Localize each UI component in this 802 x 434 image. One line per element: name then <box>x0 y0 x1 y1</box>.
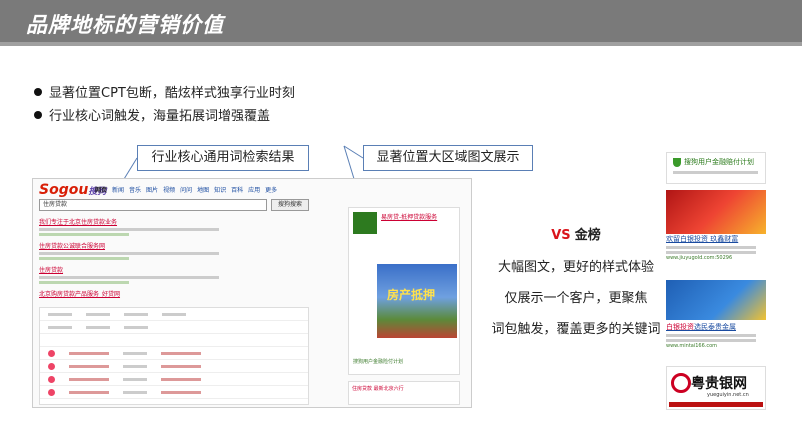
result-url <box>39 257 129 260</box>
result-title[interactable]: 北京购房贷款产品服务_好贷网 <box>39 289 239 298</box>
table-row[interactable] <box>40 386 308 399</box>
table-row[interactable] <box>40 360 308 373</box>
ad-banner-image[interactable] <box>666 190 766 234</box>
result-title[interactable]: 住房贷款 <box>39 265 239 274</box>
table-row[interactable] <box>40 347 308 360</box>
callout-large-display: 显著位置大区域图文展示 <box>363 145 533 171</box>
bullet-dot-icon <box>34 87 42 96</box>
secondary-ad-text[interactable]: 住房贷款 最新北京六行 <box>349 382 459 395</box>
table-row <box>40 334 308 347</box>
shield-icon <box>673 158 681 167</box>
nav-item[interactable]: 网页 <box>95 185 107 194</box>
nav-item[interactable]: 百科 <box>231 185 243 194</box>
result-desc <box>39 276 219 279</box>
result-url <box>39 281 129 284</box>
plan-badge[interactable]: 搜狗用户金融赔付计划 <box>666 152 766 184</box>
search-input[interactable]: 住房贷款 <box>39 199 267 211</box>
plan-desc <box>673 171 758 174</box>
nav-item[interactable]: 问问 <box>180 185 192 194</box>
table-row[interactable] <box>40 373 308 386</box>
ad-footer: 搜狗用户金融险付计划 <box>353 359 404 365</box>
nav-item[interactable]: 应用 <box>248 185 260 194</box>
ad-url: www.jiuyugold.com:50296 <box>666 255 733 261</box>
result-item[interactable]: 我们专注于北京住房贷款业务 <box>39 217 239 236</box>
ad-url: www.mintai166.com <box>666 343 718 349</box>
brand-ad-panel[interactable]: 易房贷-抵押贷款服务 房产抵押 搜狗用户金融险付计划 <box>348 207 460 375</box>
search-nav: 网页 新闻 音乐 图片 视频 问问 地图 知识 百科 应用 更多 <box>95 185 277 194</box>
bullet-dot-icon <box>34 110 42 119</box>
ad-menu <box>353 264 375 336</box>
result-title[interactable]: 我们专注于北京住房贷款业务 <box>39 217 239 226</box>
nav-item[interactable]: 新闻 <box>112 185 124 194</box>
ad-link[interactable]: 选民泰贵金属 <box>694 323 736 331</box>
bullet-item: 行业核心词触发，海量拓展词增强覆盖 <box>34 103 295 126</box>
plan-title: 搜狗用户金融赔付计划 <box>684 158 754 166</box>
brand-logo-icon <box>353 212 377 234</box>
ad-desc <box>666 251 756 254</box>
ad-banner-image[interactable]: 房产抵押 <box>377 264 457 338</box>
gold-ad-1[interactable]: 欢留白银投资 玖鑫财富 www.jiuyugold.com:50296 <box>666 190 766 261</box>
logo-text: Sogou <box>39 182 89 198</box>
brand-logo-ad[interactable]: 粤贵银网 yueguiyin.net.cn <box>666 366 766 410</box>
table-row <box>40 321 308 334</box>
callout-core-results: 行业核心通用词检索结果 <box>137 145 309 171</box>
compare-line: 词包触发，覆盖更多的关键词 <box>491 322 661 337</box>
brand-strip <box>669 402 763 407</box>
ad-image-text: 房产抵押 <box>387 288 436 302</box>
vs-heading: VS 金榜 <box>476 224 676 243</box>
result-title[interactable]: 住房贷款公诚联合服务网 <box>39 241 239 250</box>
vs-label: VS <box>551 228 571 243</box>
ad-link[interactable]: 欢留白银投资 玖鑫财富 <box>666 234 766 244</box>
nav-item[interactable]: 视频 <box>163 185 175 194</box>
brand-url: yueguiyin.net.cn <box>707 392 749 398</box>
bullet-text: 行业核心词触发，海量拓展词增强覆盖 <box>49 109 271 124</box>
result-item[interactable]: 北京购房贷款产品服务_好贷网 <box>39 289 239 298</box>
compare-line: 大幅图文，更好的样式体验 <box>497 260 654 275</box>
bullet-list: 显著位置CPT包断，酷炫样式独享行业时刻 行业核心词触发，海量拓展词增强覆盖 <box>34 80 295 126</box>
ad-link-highlight[interactable]: 白银投资 <box>666 323 694 331</box>
result-item[interactable]: 住房贷款公诚联合服务网 <box>39 241 239 260</box>
gold-ad-2[interactable]: 白银投资选民泰贵金属 www.mintai166.com <box>666 322 766 349</box>
nav-item[interactable]: 更多 <box>265 185 277 194</box>
nav-item[interactable]: 地图 <box>197 185 209 194</box>
nav-item[interactable]: 音乐 <box>129 185 141 194</box>
bullet-text: 显著位置CPT包断，酷炫样式独享行业时刻 <box>49 86 295 101</box>
nav-item[interactable]: 图片 <box>146 185 158 194</box>
header-underline <box>0 42 802 46</box>
ad-desc <box>666 339 756 342</box>
table-row <box>40 308 308 321</box>
nav-item[interactable]: 知识 <box>214 185 226 194</box>
result-item[interactable]: 住房贷款 <box>39 265 239 284</box>
page-title: 品牌地标的营销价值 <box>26 13 224 37</box>
brand-name: 粤贵银网 <box>691 376 747 392</box>
result-url <box>39 233 129 236</box>
ad-title[interactable]: 易房贷-抵押贷款服务 <box>381 212 437 221</box>
loan-product-table <box>39 307 309 405</box>
ad-desc <box>666 334 756 337</box>
gold-label: 金榜 <box>574 228 601 243</box>
page-header: 品牌地标的营销价值 <box>0 0 802 46</box>
bullet-item: 显著位置CPT包断，酷炫样式独享行业时刻 <box>34 80 295 103</box>
brand-emblem-icon <box>671 373 691 393</box>
secondary-ad[interactable]: 住房贷款 最新北京六行 <box>348 381 460 405</box>
result-desc <box>39 252 219 255</box>
ad-banner-image[interactable] <box>666 280 766 320</box>
search-button[interactable]: 搜狗搜索 <box>271 199 309 211</box>
search-results-screenshot: Sogou搜狗 网页 新闻 音乐 图片 视频 问问 地图 知识 百科 应用 更多… <box>32 178 472 408</box>
ad-desc <box>666 246 756 249</box>
compare-line: 仅展示一个客户，更聚焦 <box>504 291 648 306</box>
result-desc <box>39 228 219 231</box>
